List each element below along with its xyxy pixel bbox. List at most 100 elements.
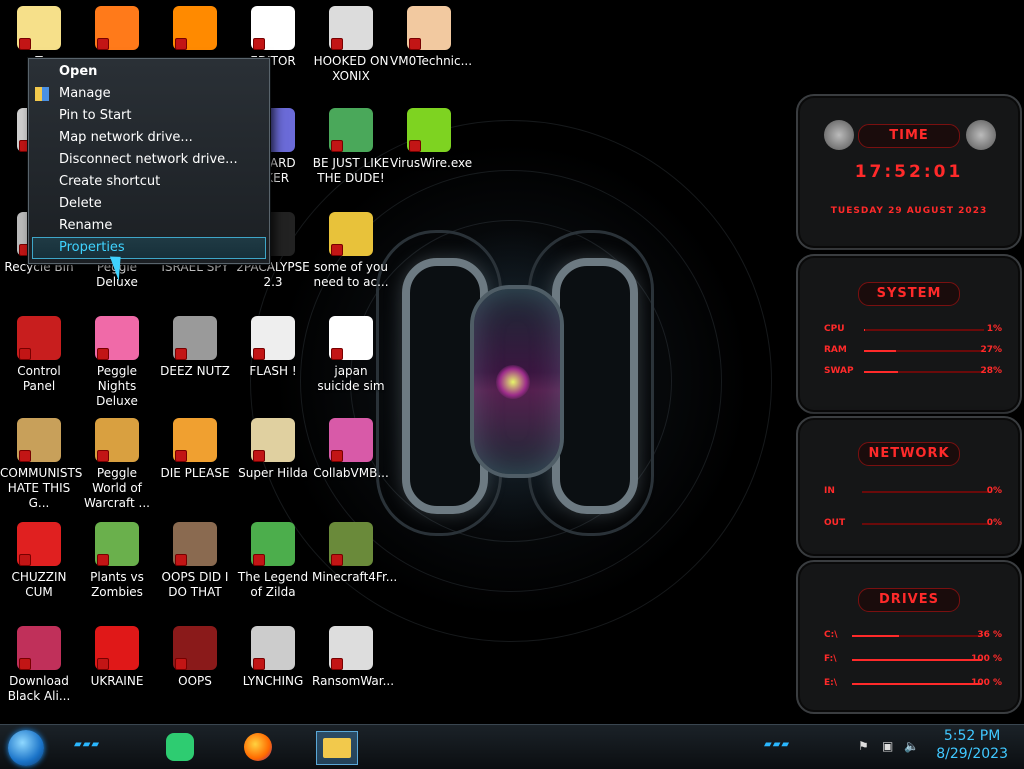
drives-row: F:\ 100 % <box>824 654 1002 668</box>
cpanel-icon <box>17 316 61 360</box>
file-explorer-icon[interactable] <box>316 731 358 765</box>
drives-row-fill <box>852 659 982 661</box>
red-pc-icon <box>173 626 217 670</box>
desktop-icon[interactable]: DIE PLEASE <box>156 418 234 481</box>
desktop-icon[interactable]: Control Panel <box>0 316 78 394</box>
network-widget: NETWORK IN 0% OUT 0% <box>796 416 1022 558</box>
drives-row-value: 100 % <box>971 654 1002 664</box>
drives-widget: DRIVES C:\ 36 % F:\ 100 % E:\ 100 % <box>796 560 1022 714</box>
clock-date: 8/29/2023 <box>936 746 1008 762</box>
start-button[interactable] <box>8 730 44 766</box>
desktop-icon[interactable]: japan suicide sim <box>312 316 390 394</box>
menu-item-open[interactable]: Open <box>29 61 269 83</box>
desktop-icon[interactable]: BE JUST LIKE THE DUDE! <box>312 108 390 186</box>
network-row-track <box>862 491 992 493</box>
desktop-icon[interactable]: CollabVMB... <box>312 418 390 481</box>
desktop-icon[interactable]: Download Black Ali... <box>0 626 78 704</box>
desktop-icon[interactable]: DEEZ NUTZ <box>156 316 234 379</box>
desktop-icon[interactable]: FLASH ! <box>234 316 312 379</box>
desktop-icon-label: LYNCHING <box>242 674 304 688</box>
desktop-icon[interactable] <box>156 6 234 54</box>
desktop-icon-label: HOOKED ON XONIX <box>313 54 389 83</box>
alien-head-icon <box>966 120 996 150</box>
flag-icon[interactable]: ⚑ <box>858 739 869 753</box>
skull-icon <box>329 626 373 670</box>
shortcut-badge-icon <box>19 348 31 360</box>
system-row: RAM 27% <box>824 345 1002 359</box>
drives-row-value: 100 % <box>971 678 1002 688</box>
system-row-track <box>864 329 984 331</box>
taskbar: ▰▰▰ ▰▰▰ ⚑ ▣ 🔈 5:52 PM 8/29/2023 <box>0 724 1024 769</box>
desktop-icon[interactable]: Super Hilda <box>234 418 312 481</box>
pixel-icon <box>251 418 295 462</box>
desktop-icon[interactable]: Plants vs Zombies <box>78 522 156 600</box>
desktop-icon-label: VM0Technic... <box>390 54 473 68</box>
network-row-track <box>862 523 992 525</box>
desktop-icon[interactable]: OOPS <box>156 626 234 689</box>
shortcut-badge-icon <box>97 450 109 462</box>
menu-item-label: Disconnect network drive... <box>59 152 238 167</box>
desktop-icon-label: OOPS <box>178 674 212 688</box>
desktop-icon[interactable]: Minecraft4Fr... <box>312 522 397 585</box>
drives-row-value: 36 % <box>977 630 1002 640</box>
shortcut-badge-icon <box>175 38 187 50</box>
hxd-icon <box>251 6 295 50</box>
network-row: OUT 0% <box>824 518 1002 532</box>
desktop-icon-label: some of you need to ac... <box>313 260 389 289</box>
menu-item-label: Map network drive... <box>59 130 193 145</box>
menu-item-delete[interactable]: Delete <box>29 193 269 215</box>
desktop-icon[interactable] <box>78 6 156 54</box>
maze-icon <box>329 6 373 50</box>
desktop-icon[interactable]: UKRAINE <box>78 626 156 689</box>
menu-item-pin-to-start[interactable]: Pin to Start <box>29 105 269 127</box>
desktop-icon[interactable]: VM0Technic... <box>390 6 473 69</box>
menu-item-map-network-drive[interactable]: Map network drive... <box>29 127 269 149</box>
taskbar-clock[interactable]: 5:52 PM 8/29/2023 <box>936 727 1008 763</box>
chat-app-icon[interactable] <box>162 731 198 763</box>
system-row-value: 28% <box>980 366 1002 376</box>
desktop-icon-label: CHUZZIN CUM <box>11 570 67 599</box>
desktop-icon[interactable]: Peggle Nights Deluxe <box>78 316 156 409</box>
system-widget-title: SYSTEM <box>858 282 960 306</box>
firefox-icon[interactable] <box>240 731 276 763</box>
menu-item-rename[interactable]: Rename <box>29 215 269 237</box>
time-widget-clock: 17:52:01 <box>854 162 964 182</box>
desktop-icon-label: The Legend of Zilda <box>237 570 309 599</box>
desktop-icon[interactable]: OOPS DID I DO THAT <box>156 522 234 600</box>
menu-item-create-shortcut[interactable]: Create shortcut <box>29 171 269 193</box>
desktop-icon[interactable]: COMMUNISTS HATE THIS G... <box>0 418 82 511</box>
desktop[interactable]: TEDITORHOOKED ON XONIXVM0Technic...NT CA… <box>0 0 1024 724</box>
menu-item-properties[interactable]: Properties <box>32 237 266 259</box>
shortcut-badge-icon <box>253 658 265 670</box>
lime-icon <box>407 108 451 152</box>
system-row: CPU 1% <box>824 324 1002 338</box>
shortcut-badge-icon <box>331 38 343 50</box>
desktop-icon[interactable]: Peggle World of Warcraft ... <box>78 418 156 511</box>
desktop-icon-label: DIE PLEASE <box>160 466 230 480</box>
portrait-icon <box>173 522 217 566</box>
volume-icon[interactable]: 🔈 <box>904 739 919 753</box>
system-row-value: 1% <box>986 324 1002 334</box>
desktop-icon[interactable]: VirusWire.exe <box>390 108 473 171</box>
desktop-icon-label: UKRAINE <box>90 674 144 688</box>
stack-icon <box>173 316 217 360</box>
menu-item-disconnect-network-drive[interactable]: Disconnect network drive... <box>29 149 269 171</box>
menu-item-manage[interactable]: Manage <box>29 83 269 105</box>
cube-icon <box>329 418 373 462</box>
desktop-icon[interactable]: CHUZZIN CUM <box>0 522 78 600</box>
desktop-icon-label: VirusWire.exe <box>390 156 473 170</box>
desktop-icon[interactable]: RansomWar... <box>312 626 394 689</box>
desktop-icon[interactable]: HOOKED ON XONIX <box>312 6 390 84</box>
desktop-icon-label: Plants vs Zombies <box>90 570 144 599</box>
desktop-icon[interactable]: LYNCHING <box>234 626 312 689</box>
network-icon[interactable]: ▣ <box>882 739 893 753</box>
shortcut-badge-icon <box>331 450 343 462</box>
doc-icon <box>329 316 373 360</box>
system-row-label: CPU <box>824 324 845 334</box>
shortcut-badge-icon <box>409 38 421 50</box>
radiation-icon <box>95 626 139 670</box>
desktop-icon[interactable]: The Legend of Zilda <box>234 522 312 600</box>
shortcut-badge-icon <box>331 554 343 566</box>
desktop-icon[interactable]: some of you need to ac... <box>312 212 390 290</box>
system-widget: SYSTEM CPU 1% RAM 27% SWAP 28% <box>796 254 1022 414</box>
